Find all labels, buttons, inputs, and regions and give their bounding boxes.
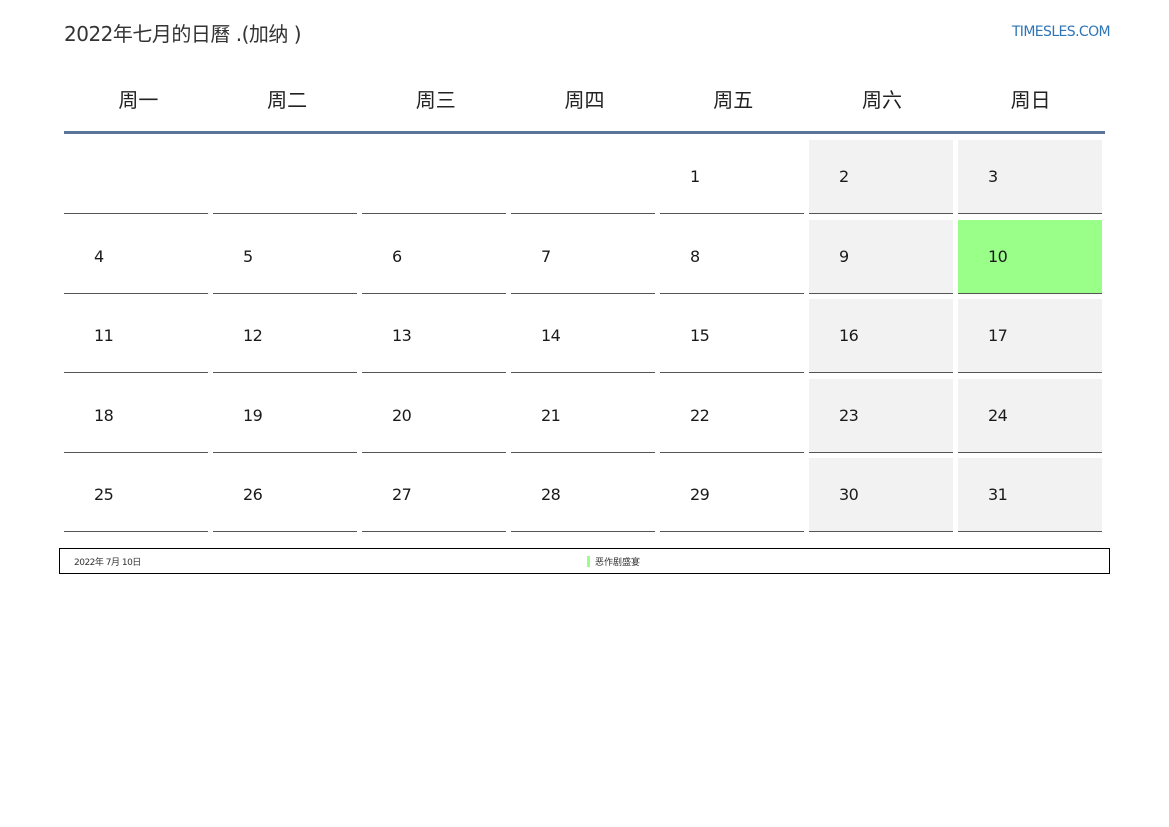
day-number: 3	[988, 167, 998, 186]
day-number: 29	[690, 485, 710, 504]
day-number: 25	[94, 485, 114, 504]
day-number: 22	[690, 406, 710, 425]
day-cell: 17	[958, 299, 1102, 373]
weekday-fri: 周五	[713, 88, 754, 112]
day-number: 16	[839, 326, 859, 345]
day-number: 9	[839, 247, 849, 266]
day-cell: 28	[511, 458, 655, 532]
day-cell: 31	[958, 458, 1102, 532]
day-cell: 21	[511, 379, 655, 453]
day-number: 10	[988, 247, 1008, 266]
calendar-title: 2022年七月的日曆 .(加纳 )	[64, 22, 302, 46]
day-number: 31	[988, 485, 1008, 504]
day-cell: 30	[809, 458, 953, 532]
empty-day-cell	[213, 140, 357, 214]
empty-day-cell	[64, 140, 208, 214]
weekday-tue: 周二	[267, 88, 308, 112]
footer-date: 2022年 7月 10日	[74, 558, 141, 568]
day-cell: 14	[511, 299, 655, 373]
weekday-mon: 周一	[118, 88, 159, 112]
day-number: 24	[988, 406, 1008, 425]
day-cell: 22	[660, 379, 804, 453]
day-cell: 3	[958, 140, 1102, 214]
day-number: 18	[94, 406, 114, 425]
day-number: 15	[690, 326, 710, 345]
day-number: 5	[243, 247, 253, 266]
day-number: 7	[541, 247, 551, 266]
day-cell: 4	[64, 220, 208, 294]
day-number: 4	[94, 247, 104, 266]
weekday-thu: 周四	[564, 88, 605, 112]
day-number: 12	[243, 326, 263, 345]
legend-label: 恶作剧盛宴	[595, 558, 641, 568]
day-number: 6	[392, 247, 402, 266]
day-cell: 29	[660, 458, 804, 532]
day-cell: 8	[660, 220, 804, 294]
day-number: 2	[839, 167, 849, 186]
weekday-sun: 周日	[1010, 88, 1051, 112]
day-cell: 15	[660, 299, 804, 373]
empty-day-cell	[511, 140, 655, 214]
legend-swatch	[587, 556, 590, 567]
day-number: 26	[243, 485, 263, 504]
day-number: 1	[690, 167, 700, 186]
day-number: 23	[839, 406, 859, 425]
day-number: 14	[541, 326, 561, 345]
day-cell: 9	[809, 220, 953, 294]
day-number: 17	[988, 326, 1008, 345]
day-cell: 27	[362, 458, 506, 532]
day-cell: 23	[809, 379, 953, 453]
day-cell: 13	[362, 299, 506, 373]
day-cell: 10	[958, 220, 1102, 294]
day-number: 30	[839, 485, 859, 504]
day-cell: 7	[511, 220, 655, 294]
day-cell: 1	[660, 140, 804, 214]
day-cell: 2	[809, 140, 953, 214]
day-number: 28	[541, 485, 561, 504]
day-cell: 19	[213, 379, 357, 453]
day-cell: 26	[213, 458, 357, 532]
day-number: 13	[392, 326, 412, 345]
weekday-sat: 周六	[861, 88, 902, 112]
day-cell: 25	[64, 458, 208, 532]
day-cell: 6	[362, 220, 506, 294]
site-link[interactable]: TIMESLES.COM	[1012, 24, 1111, 40]
day-number: 27	[392, 485, 412, 504]
day-number: 20	[392, 406, 412, 425]
day-cell: 5	[213, 220, 357, 294]
weekday-header-row: 周一 周二 周三 周四 周五 周六 周日	[64, 78, 1105, 122]
day-cell: 24	[958, 379, 1102, 453]
day-number: 8	[690, 247, 700, 266]
holiday-legend: 恶作剧盛宴	[587, 555, 640, 568]
day-cell: 16	[809, 299, 953, 373]
empty-day-cell	[362, 140, 506, 214]
day-cell: 18	[64, 379, 208, 453]
day-number: 19	[243, 406, 263, 425]
day-cell: 12	[213, 299, 357, 373]
day-number: 21	[541, 406, 561, 425]
footer-bar: 2022年 7月 10日 恶作剧盛宴	[59, 548, 1110, 574]
day-cell: 20	[362, 379, 506, 453]
day-cell: 11	[64, 299, 208, 373]
header-divider	[64, 131, 1105, 134]
weekday-wed: 周三	[415, 88, 456, 112]
day-number: 11	[94, 326, 114, 345]
